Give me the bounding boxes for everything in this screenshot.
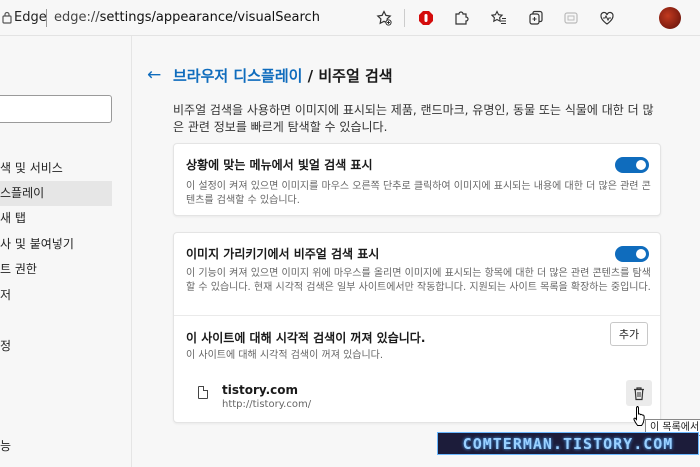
breadcrumb[interactable]: 브라우저 디스플레이 <box>173 67 302 85</box>
disabled-sites-subtitle: 이 사이트에 대해 시각적 검색이 꺼져 있습니다. <box>186 350 384 361</box>
heart-pulse-icon[interactable] <box>596 7 618 29</box>
add-site-button[interactable]: 추가 <box>610 322 648 346</box>
delete-site-button[interactable] <box>626 380 652 406</box>
hover-title: 이미지 가리키기에서 비주얼 검색 표시 <box>186 247 380 261</box>
collections-icon[interactable] <box>525 7 547 29</box>
screenshot-icon[interactable] <box>560 7 582 29</box>
settings-main: ← 브라우저 디스플레이 / 비주얼 검색 비주얼 검색을 사용하면 이미지에 … <box>133 36 700 467</box>
site-name: tistory.com <box>222 383 299 397</box>
sidebar-item-appearance[interactable]: 스플레이 <box>0 181 112 206</box>
lock-icon[interactable] <box>2 11 12 25</box>
browser-brand: Edge <box>14 10 47 25</box>
context-menu-description: 이 설정이 켜져 있으면 이미지를 마우스 오른쪽 단추로 클릭하여 이미지에 … <box>186 181 651 206</box>
sidebar-item-languages[interactable] <box>0 360 112 385</box>
settings-sidebar: 색 및 서비스 스플레이 새 탭 사 및 붙여넣기 트 권한 저 정 능 <box>0 36 132 467</box>
favorites-icon[interactable] <box>488 7 510 29</box>
sidebar-item-default-browser[interactable]: 저 <box>0 283 112 308</box>
page-title: 브라우저 디스플레이 / 비주얼 검색 <box>173 67 393 85</box>
address-bar: Edge edge://settings/appearance/visualSe… <box>0 0 700 36</box>
card-divider <box>174 315 660 316</box>
trash-icon <box>634 386 644 400</box>
context-menu-title: 상황에 맞는 메뉴에서 빛얼 검색 표시 <box>186 158 373 172</box>
hover-description: 이 기능이 켜져 있으면 이미지 위에 마우스를 올리면 이미지에 표시되는 항… <box>186 268 651 293</box>
star-add-icon[interactable] <box>373 7 395 29</box>
sidebar-item-site-permissions[interactable]: 트 권한 <box>0 257 112 282</box>
back-arrow-icon[interactable]: ← <box>147 65 161 85</box>
context-menu-card: 상황에 맞는 메뉴에서 빛얼 검색 표시 이 설정이 켜져 있으면 이미지를 마… <box>173 143 661 216</box>
site-url: http://tistory.com/ <box>222 399 312 410</box>
profile-avatar[interactable] <box>659 7 681 29</box>
sidebar-item-downloads[interactable] <box>0 309 112 334</box>
sidebar-item-new-tab[interactable]: 새 탭 <box>0 206 112 231</box>
sidebar-item-privacy[interactable]: 색 및 서비스 <box>0 156 112 181</box>
sidebar-item-printers[interactable] <box>0 386 112 411</box>
sidebar-item-accessibility[interactable]: 능 <box>0 434 112 459</box>
page-icon <box>198 386 208 399</box>
hover-toggle[interactable] <box>615 246 649 262</box>
page-description: 비주얼 검색을 사용하면 이미지에 표시되는 제품, 랜드마크, 유명인, 동물… <box>173 103 654 134</box>
toggle-knob <box>636 160 646 170</box>
sidebar-item-family[interactable]: 정 <box>0 334 112 359</box>
settings-search-input[interactable] <box>0 95 112 123</box>
context-menu-toggle[interactable] <box>615 157 649 173</box>
watermark: COMTERMAN.TISTORY.COM <box>437 432 699 455</box>
hover-visual-search-card: 이미지 가리키기에서 비주얼 검색 표시 이 기능이 켜져 있으면 이미지 위에… <box>173 232 661 423</box>
sidebar-item-share-copy-paste[interactable]: 사 및 붙여넣기 <box>0 232 112 257</box>
url-separator <box>46 9 47 27</box>
disabled-sites-title: 이 사이트에 대해 시각적 검색이 꺼져 있습니다. <box>186 331 426 345</box>
puzzle-icon[interactable] <box>450 7 472 29</box>
toolbar-divider <box>404 9 405 27</box>
toggle-knob <box>636 249 646 259</box>
stop-icon[interactable] <box>415 7 437 29</box>
url-text[interactable]: edge://settings/appearance/visualSearch <box>54 10 320 25</box>
